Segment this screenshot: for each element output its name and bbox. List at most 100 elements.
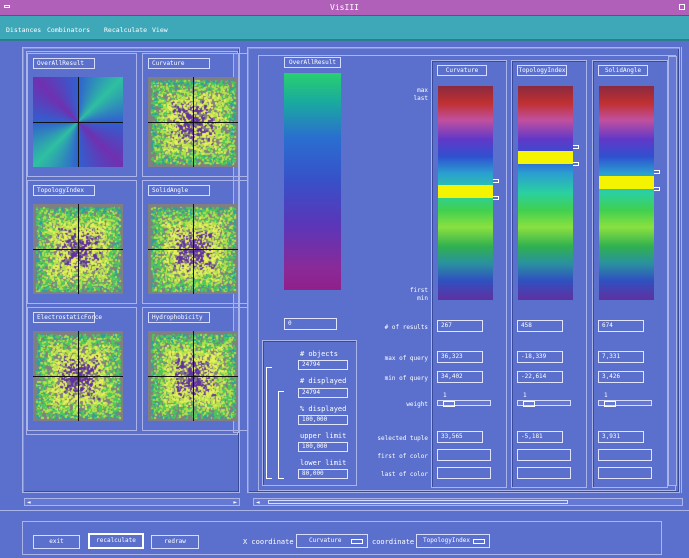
displayed-field[interactable]: 24794 bbox=[298, 388, 348, 398]
last-of-color-field[interactable] bbox=[598, 467, 652, 479]
crosshair-line bbox=[78, 77, 79, 167]
selected-tuple-field[interactable]: 3,931 bbox=[598, 431, 644, 443]
weight-slider-knob[interactable] bbox=[604, 401, 616, 407]
scroll-left-arrow-icon[interactable]: ◄ bbox=[256, 500, 260, 506]
exit-button[interactable]: exit bbox=[33, 535, 80, 549]
pct-displayed-field[interactable]: 100,000 bbox=[298, 415, 348, 425]
scroll-left-arrow-icon[interactable]: ◄ bbox=[27, 500, 31, 506]
column-label[interactable]: TopologyIndex bbox=[517, 65, 567, 76]
pct-displayed-label: % displayed bbox=[300, 405, 347, 413]
min-of-query-field[interactable]: -22,614 bbox=[517, 371, 563, 383]
thumbnail-image[interactable] bbox=[148, 77, 238, 167]
menu-combinators[interactable]: Combinators bbox=[47, 26, 90, 34]
y-coordinate-select[interactable]: TopologyIndex bbox=[416, 534, 490, 548]
max-of-query-field[interactable]: 36,323 bbox=[437, 351, 483, 363]
column-selected-band[interactable] bbox=[599, 176, 654, 190]
results-field[interactable]: 267 bbox=[437, 320, 483, 332]
colorbar-max-label: max bbox=[417, 87, 428, 94]
right-edge-scroll[interactable] bbox=[681, 47, 689, 493]
thumbnail-image[interactable] bbox=[33, 204, 123, 294]
first-of-color-field[interactable] bbox=[598, 449, 652, 461]
y-coordinate-value: TopologyIndex bbox=[423, 537, 470, 544]
upper-limit-handle[interactable] bbox=[654, 170, 660, 175]
column-colorbar bbox=[518, 86, 573, 300]
lower-limit-field[interactable]: 80,000 bbox=[298, 469, 348, 479]
thumbnail-image[interactable] bbox=[33, 331, 123, 421]
x-coordinate-value: Curvature bbox=[309, 537, 342, 544]
main-vscroll[interactable] bbox=[668, 56, 677, 486]
scroll-right-arrow-icon[interactable]: ► bbox=[233, 500, 237, 506]
upper-limit-handle[interactable] bbox=[573, 144, 579, 149]
lower-limit-handle[interactable] bbox=[573, 161, 579, 166]
thumbnail-image[interactable] bbox=[33, 77, 123, 167]
first-of-color-field[interactable] bbox=[437, 449, 491, 461]
dropdown-icon bbox=[351, 539, 363, 544]
column-label[interactable]: SolidAngle bbox=[598, 65, 648, 76]
thumbnail-image[interactable] bbox=[148, 204, 238, 294]
weight-slider-knob[interactable] bbox=[443, 401, 455, 407]
first-of-color-field[interactable] bbox=[517, 449, 571, 461]
x-coordinate-label: X coordinate : bbox=[243, 538, 303, 546]
overall-result-label[interactable]: OverAllResult bbox=[284, 57, 341, 68]
results-row-label: # of results bbox=[384, 324, 428, 331]
weight-value: 1 bbox=[443, 392, 447, 399]
last-of-color-field[interactable] bbox=[437, 467, 491, 479]
lower-limit-handle[interactable] bbox=[654, 187, 660, 192]
lower-limit-handle[interactable] bbox=[493, 195, 499, 200]
colorbar-first-label: first bbox=[409, 287, 428, 294]
max-of-query-field[interactable]: -18,339 bbox=[517, 351, 563, 363]
thumbnail-image[interactable] bbox=[148, 331, 238, 421]
lower-limit-slider-track[interactable] bbox=[278, 391, 284, 479]
max-of-query-field[interactable]: 7,331 bbox=[598, 351, 644, 363]
overall-colorbar bbox=[284, 73, 341, 290]
menu-view[interactable]: View bbox=[152, 26, 168, 34]
selected-row-label: selected tuple bbox=[377, 435, 428, 442]
thumbnail-label[interactable]: Hydrophobicity bbox=[148, 312, 210, 323]
upper-limit-slider-track[interactable] bbox=[266, 367, 272, 479]
redraw-button[interactable]: redraw bbox=[151, 535, 199, 549]
thumbnail-hscroll[interactable]: ◄ ► bbox=[24, 498, 240, 506]
objects-field[interactable]: 24794 bbox=[298, 360, 348, 370]
maximize-icon[interactable] bbox=[679, 4, 685, 10]
column-selected-band[interactable] bbox=[438, 184, 493, 198]
menu-distances[interactable]: Distances bbox=[6, 26, 41, 34]
colorbar-last-label: last bbox=[413, 95, 428, 102]
last-of-color-field[interactable] bbox=[517, 467, 571, 479]
weight-value: 1 bbox=[604, 392, 608, 399]
selected-tuple-field[interactable]: 33,565 bbox=[437, 431, 483, 443]
recalculate-button[interactable]: recalculate bbox=[88, 533, 144, 549]
crosshair-line bbox=[193, 204, 194, 294]
selected-tuple-field[interactable]: -5,181 bbox=[517, 431, 563, 443]
menu-recalculate[interactable]: Recalculate bbox=[104, 26, 147, 34]
results-field[interactable]: 458 bbox=[517, 320, 563, 332]
last-color-row-label: last of color bbox=[381, 471, 428, 478]
thumbnail-label[interactable]: TopologyIndex bbox=[33, 185, 95, 196]
column-colorbar bbox=[599, 86, 654, 300]
thumbnail-label[interactable]: Curvature bbox=[148, 58, 210, 69]
weight-value: 1 bbox=[523, 392, 527, 399]
max-row-label: max of query bbox=[384, 355, 428, 362]
upper-limit-handle[interactable] bbox=[493, 178, 499, 183]
min-of-query-field[interactable]: 34,402 bbox=[437, 371, 483, 383]
objects-label: # objects bbox=[300, 350, 338, 358]
weight-row-label: weight bbox=[406, 401, 428, 408]
weight-slider[interactable] bbox=[598, 400, 652, 407]
weight-slider-knob[interactable] bbox=[523, 401, 535, 407]
x-coordinate-select[interactable]: Curvature bbox=[296, 534, 368, 548]
results-field[interactable]: 674 bbox=[598, 320, 644, 332]
weight-slider[interactable] bbox=[517, 400, 571, 407]
upper-limit-field[interactable]: 100,000 bbox=[298, 442, 348, 452]
weight-slider[interactable] bbox=[437, 400, 491, 407]
min-of-query-field[interactable]: 3,426 bbox=[598, 371, 644, 383]
upper-limit-label: upper limit bbox=[300, 432, 347, 440]
overall-value-field[interactable]: 0 bbox=[284, 318, 337, 330]
scroll-thumb[interactable] bbox=[268, 500, 568, 504]
min-row-label: min of query bbox=[384, 375, 428, 382]
column-selected-band[interactable] bbox=[518, 150, 573, 164]
crosshair-line bbox=[193, 331, 194, 421]
column-label[interactable]: Curvature bbox=[437, 65, 487, 76]
main-hscroll[interactable]: ◄ bbox=[253, 498, 683, 506]
thumbnail-label[interactable]: OverAllResult bbox=[33, 58, 95, 69]
thumbnail-label[interactable]: ElectrostaticForce bbox=[33, 312, 102, 323]
thumbnail-label[interactable]: SolidAngle bbox=[148, 185, 210, 196]
